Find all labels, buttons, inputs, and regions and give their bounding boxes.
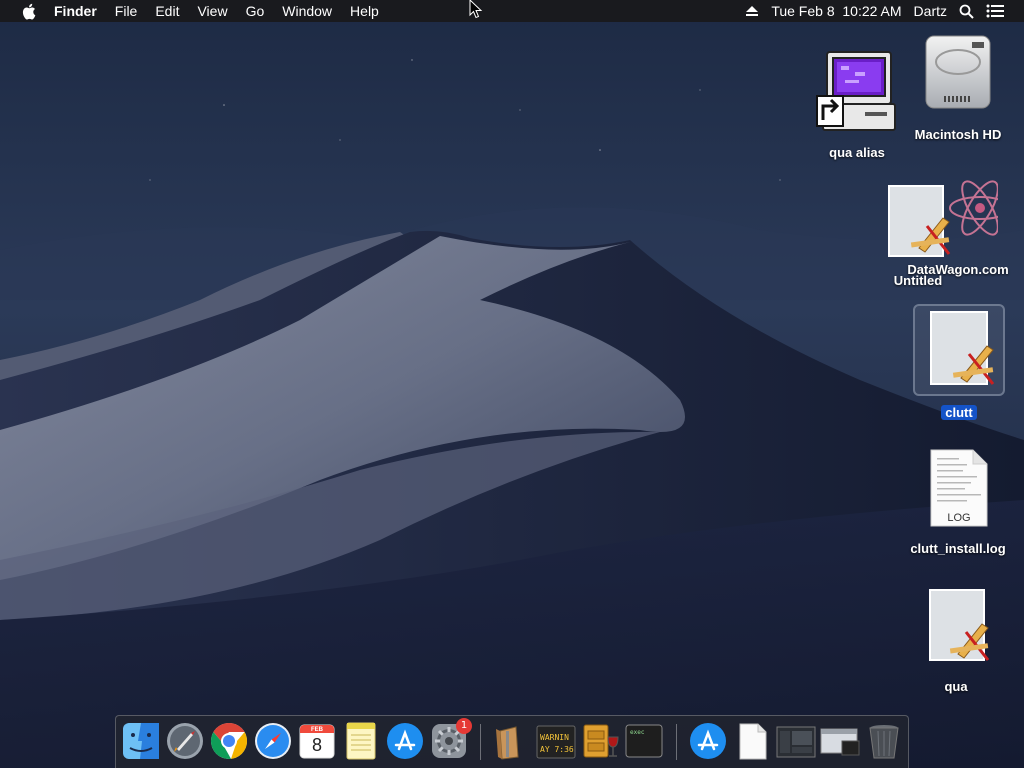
screenshot-thumbnail-icon	[776, 726, 816, 758]
menu-app-finder[interactable]: Finder	[54, 0, 106, 22]
dock-app-store[interactable]	[385, 721, 425, 761]
menu-window[interactable]: Window	[273, 0, 341, 22]
console-text-line1: WARNIN	[540, 733, 569, 742]
script-document-icon	[888, 185, 951, 257]
file-cabinet-wine-icon	[583, 724, 619, 758]
menu-help[interactable]: Help	[341, 0, 388, 22]
dock-calendar[interactable]: FEB 8	[297, 721, 337, 761]
dock-chrome[interactable]	[209, 721, 249, 761]
archive-box-icon	[496, 726, 519, 760]
desktop-icon-untitled[interactable]: Untitled	[863, 182, 973, 288]
desktop-icon-label: qua alias	[829, 145, 885, 160]
trash-icon	[869, 725, 899, 759]
menu-go[interactable]: Go	[237, 0, 274, 22]
script-document-icon	[929, 589, 990, 661]
menu-bar: Finder File Edit View Go Window Help Tue…	[0, 0, 1024, 22]
dock-safari[interactable]	[253, 721, 293, 761]
dock: FEB 8 1 WARNIN AY 7:36 exec	[115, 715, 909, 768]
dock-finder[interactable]	[121, 721, 161, 761]
eject-icon[interactable]	[739, 5, 765, 17]
apple-menu-icon[interactable]	[18, 0, 38, 22]
dock-system-preferences[interactable]: 1	[429, 718, 472, 761]
finder-icon	[123, 723, 159, 759]
menu-edit[interactable]: Edit	[146, 0, 188, 22]
menubar-clock[interactable]: Tue Feb 8 10:22 AM	[765, 0, 907, 22]
notification-badge: 1	[456, 718, 472, 734]
dock-separator	[480, 724, 481, 760]
dock-wine-file-manager[interactable]	[580, 721, 620, 761]
desktop-icon-label: qua	[944, 679, 968, 694]
log-file-badge: LOG	[947, 512, 971, 524]
desktop-icon-clutt[interactable]: clutt	[904, 308, 1014, 422]
desktop-icon-label: clutt_install.log	[910, 541, 1006, 556]
spotlight-search-icon[interactable]	[953, 4, 980, 19]
hard-drive-icon	[925, 35, 991, 109]
document-icon	[739, 723, 767, 760]
menu-file[interactable]: File	[106, 0, 147, 22]
desktop-icon-label: clutt	[941, 405, 977, 420]
desktop-icon-macintosh-hd[interactable]: Macintosh HD	[903, 32, 1013, 142]
dock-trash[interactable]	[864, 721, 904, 761]
menu-view[interactable]: View	[188, 0, 236, 22]
dock-notes[interactable]	[341, 721, 381, 761]
windows-thumbnail-icon	[820, 728, 860, 756]
dock-app-store-download[interactable]	[688, 721, 728, 761]
terminal-icon	[625, 724, 663, 758]
chrome-icon	[210, 723, 248, 760]
app-store-icon	[387, 723, 423, 759]
dock-screenshot[interactable]	[776, 721, 816, 761]
desktop-icon-label: Macintosh HD	[914, 127, 1002, 142]
dock-archive-utility[interactable]	[488, 721, 528, 761]
console-text-line2: AY 7:36	[540, 745, 574, 754]
app-store-icon	[690, 723, 726, 759]
desktop-icon-label: Untitled	[893, 273, 943, 288]
dock-separator	[676, 724, 677, 760]
mouse-cursor-icon	[469, 0, 483, 19]
safari-compass-icon	[255, 723, 291, 759]
desktop-icon-clutt-install-log[interactable]: LOG clutt_install.log	[903, 446, 1013, 556]
notification-center-icon[interactable]	[980, 4, 1010, 18]
dock-terminal[interactable]: exec	[624, 721, 664, 761]
desktop-icon-qua[interactable]: qua	[901, 586, 1011, 694]
script-document-icon	[930, 311, 995, 385]
menubar-user[interactable]: Dartz	[908, 0, 953, 22]
calendar-day: 8	[311, 735, 322, 755]
computer-alias-icon	[816, 51, 896, 131]
rocket-icon	[167, 723, 203, 759]
desktop-icon-qua-alias[interactable]: qua alias	[802, 50, 912, 160]
dock-document[interactable]	[732, 721, 772, 761]
dock-launchpad[interactable]	[165, 721, 205, 761]
terminal-text: exec	[630, 729, 645, 736]
calendar-month: FEB	[311, 727, 323, 733]
dock-console[interactable]: WARNIN AY 7:36	[536, 721, 576, 761]
dock-windows[interactable]	[820, 721, 860, 761]
notes-icon	[346, 722, 376, 760]
